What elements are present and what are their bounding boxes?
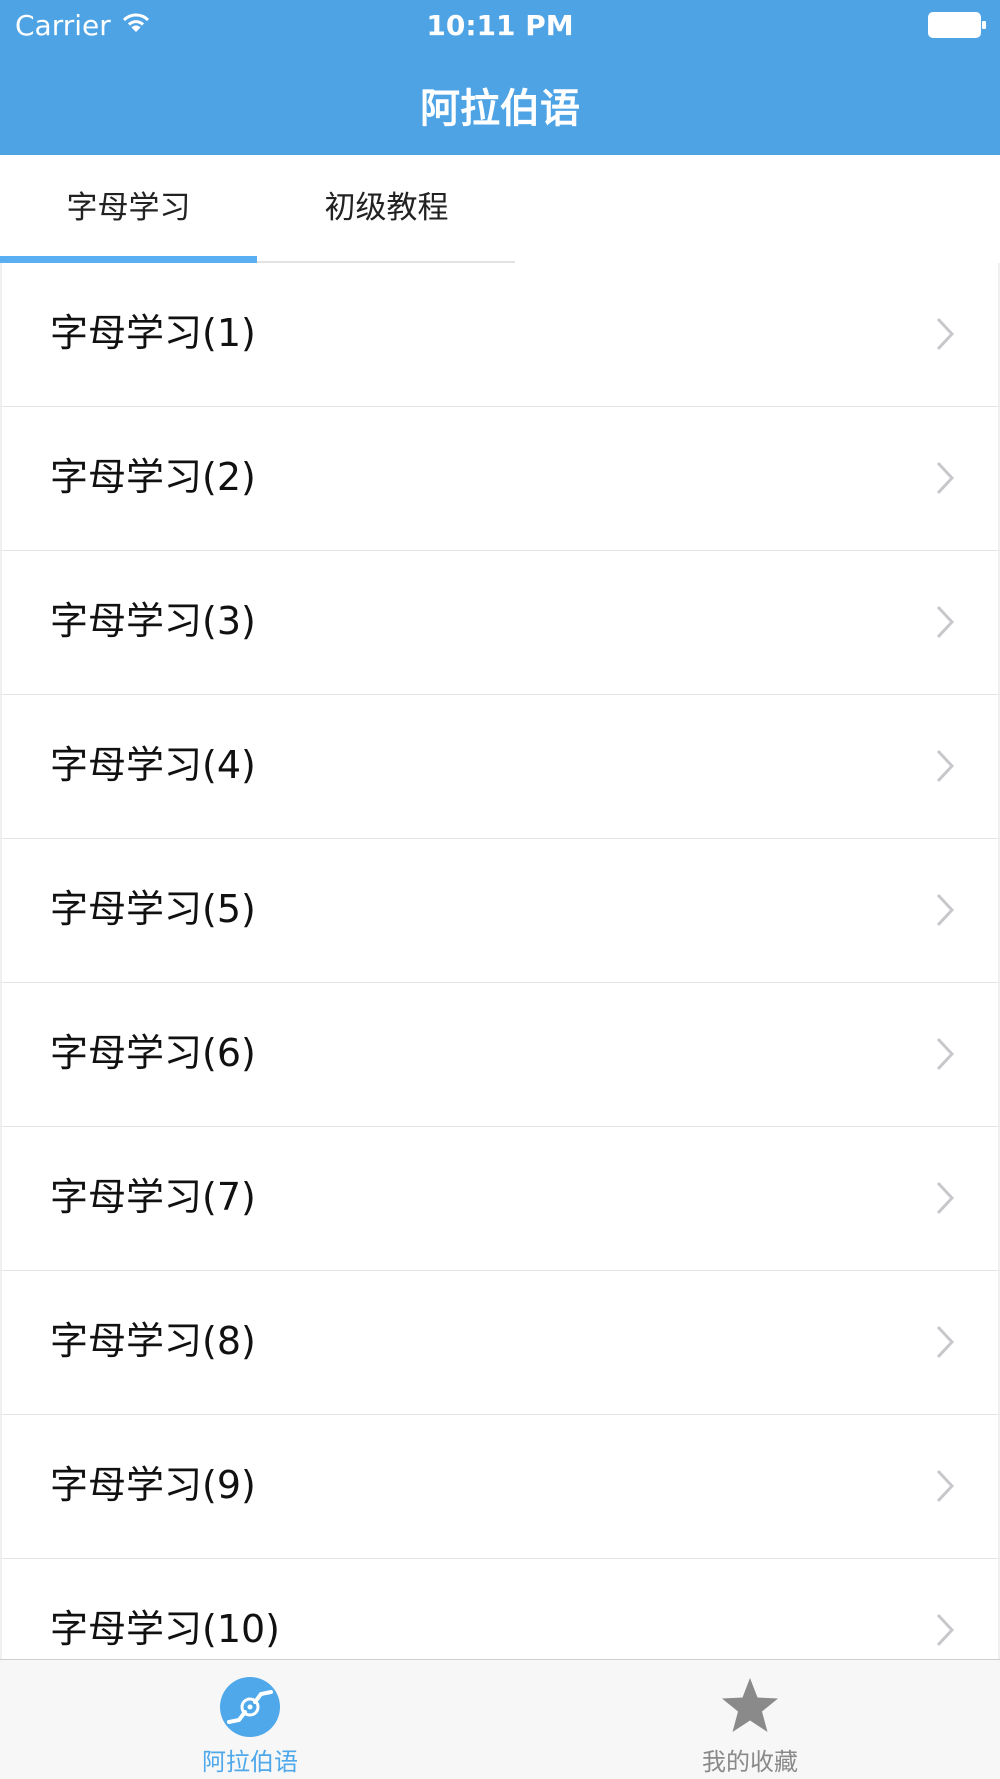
list-item-label: 字母学习(9) xyxy=(50,1463,256,1507)
chevron-right-icon xyxy=(936,605,955,643)
chevron-right-icon xyxy=(936,1037,955,1075)
battery-icon xyxy=(928,12,988,42)
segment-tab-beginner[interactable]: 初级教程 xyxy=(258,155,515,261)
list-item-label: 字母学习(8) xyxy=(50,1319,256,1363)
list-item[interactable]: 字母学习(8) xyxy=(0,1271,1000,1415)
chevron-right-icon xyxy=(936,461,955,499)
list-item-label: 字母学习(3) xyxy=(50,599,256,643)
status-bar: Carrier 10:11 PM xyxy=(0,0,1000,50)
list-item[interactable]: 字母学习(7) xyxy=(0,1127,1000,1271)
chevron-right-icon xyxy=(936,893,955,931)
tab-label: 阿拉伯语 xyxy=(202,1748,298,1776)
list-item[interactable]: 字母学习(10) xyxy=(0,1559,1000,1659)
list-item[interactable]: 字母学习(6) xyxy=(0,983,1000,1127)
segment-indicator xyxy=(0,256,257,263)
chevron-right-icon xyxy=(936,317,955,355)
page-title: 阿拉伯语 xyxy=(420,86,580,132)
list-item-label: 字母学习(2) xyxy=(50,455,256,499)
list-item[interactable]: 字母学习(3) xyxy=(0,551,1000,695)
status-time: 10:11 PM xyxy=(426,9,574,42)
segment-control: 字母学习 初级教程 xyxy=(0,155,515,263)
chevron-right-icon xyxy=(936,1181,955,1219)
chevron-right-icon xyxy=(936,749,955,787)
chevron-right-icon xyxy=(936,1469,955,1507)
list-item[interactable]: 字母学习(9) xyxy=(0,1415,1000,1559)
list-item[interactable]: 字母学习(1) xyxy=(0,263,1000,407)
tab-arabic[interactable]: 阿拉伯语 xyxy=(0,1660,500,1779)
segment-tab-alphabet[interactable]: 字母学习 xyxy=(0,155,257,261)
list-item[interactable]: 字母学习(4) xyxy=(0,695,1000,839)
list-item[interactable]: 字母学习(2) xyxy=(0,407,1000,551)
nav-bar: Carrier 10:11 PM 阿拉伯语 xyxy=(0,0,1000,155)
tab-favorites[interactable]: 我的收藏 xyxy=(500,1660,1000,1779)
tab-bar: 阿拉伯语 我的收藏 xyxy=(0,1659,1000,1779)
list-item-label: 字母学习(1) xyxy=(50,311,256,355)
tab-label: 我的收藏 xyxy=(702,1748,798,1776)
list-item-label: 字母学习(6) xyxy=(50,1031,256,1075)
disc-icon xyxy=(219,1676,281,1742)
chevron-right-icon xyxy=(936,1613,955,1651)
list-item[interactable]: 字母学习(5) xyxy=(0,839,1000,983)
star-icon xyxy=(719,1676,781,1742)
list-item-label: 字母学习(4) xyxy=(50,743,256,787)
list-item-label: 字母学习(5) xyxy=(50,887,256,931)
list-item-label: 字母学习(7) xyxy=(50,1175,256,1219)
lesson-list: 字母学习(1) 字母学习(2) 字母学习(3) 字母学习(4) 字母学习(5) … xyxy=(0,263,1000,1659)
list-item-label: 字母学习(10) xyxy=(50,1607,281,1651)
chevron-right-icon xyxy=(936,1325,955,1363)
